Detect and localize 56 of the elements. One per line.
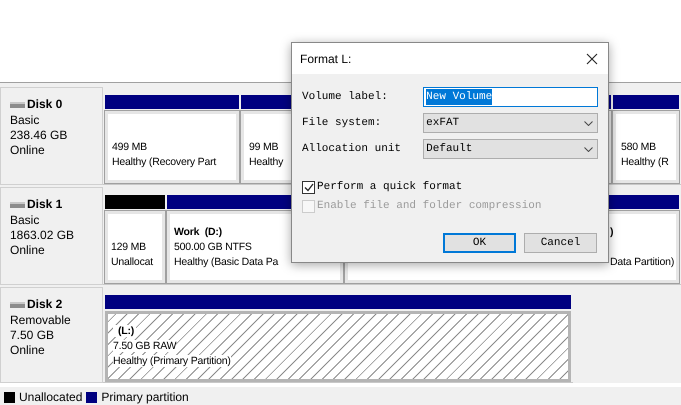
disk-type: Basic bbox=[10, 213, 40, 228]
dropdown[interactable]: exFAT bbox=[423, 113, 598, 133]
partition-bar bbox=[613, 95, 679, 109]
partition-size: 99 MB bbox=[249, 140, 278, 152]
dialog-title: Format L: bbox=[300, 50, 352, 68]
chevron-down-icon bbox=[584, 146, 593, 152]
checkbox[interactable] bbox=[302, 180, 315, 194]
partition-size: 580 MB bbox=[621, 140, 656, 152]
partition-status: Healthy (R bbox=[621, 156, 669, 168]
field-value: New Volume bbox=[426, 88, 492, 106]
disk-size: 1863.02 GB bbox=[10, 228, 76, 243]
partition-status: Healthy (Recovery Part bbox=[112, 156, 216, 168]
partition-box[interactable]: 499 MB Healthy (Recovery Part bbox=[105, 111, 239, 183]
partition-label: Work (D:) bbox=[174, 226, 222, 238]
chevron-down-icon bbox=[584, 120, 593, 126]
disk-name: Disk 2 bbox=[27, 297, 62, 312]
partition-box[interactable]: 580 MB Healthy (R bbox=[613, 111, 679, 183]
checkmark-icon bbox=[304, 182, 314, 192]
partition-size: 7.50 GB RAW bbox=[113, 340, 176, 352]
disk-status: Online bbox=[10, 143, 46, 158]
partition-status: Unallocat bbox=[111, 256, 153, 268]
partition-status: Healthy bbox=[249, 156, 284, 168]
disk-drive-icon bbox=[10, 202, 25, 208]
disk-drive-icon bbox=[10, 102, 25, 108]
checkbox-label: Perform a quick format bbox=[317, 180, 462, 195]
disk-type: Removable bbox=[10, 313, 72, 328]
dialog-button[interactable]: OK bbox=[443, 233, 516, 253]
volume-label-field[interactable]: New Volume bbox=[423, 87, 598, 107]
field-label: File system: bbox=[302, 116, 382, 131]
field-label: Volume label: bbox=[302, 90, 389, 105]
partition-status: Healthy (Primary Partition) bbox=[113, 355, 231, 367]
partition-bar bbox=[105, 195, 165, 209]
disk-name: Disk 1 bbox=[27, 197, 62, 212]
disk-name: Disk 0 bbox=[27, 97, 62, 112]
partition-size: 499 MB bbox=[112, 140, 147, 152]
partition-status: Data Partition) bbox=[610, 256, 674, 268]
legend-label: Unallocated bbox=[19, 389, 82, 405]
disk-drive-icon bbox=[10, 302, 25, 308]
disk-status: Online bbox=[10, 343, 46, 358]
partition-size: 500.00 GB NTFS bbox=[174, 240, 252, 252]
partition-status: Healthy (Basic Data Pa bbox=[174, 256, 278, 268]
disk-status: Online bbox=[10, 243, 46, 258]
disk-size: 7.50 GB bbox=[10, 328, 56, 343]
disk-type: Basic bbox=[10, 113, 40, 128]
disk-size: 238.46 GB bbox=[10, 128, 68, 143]
partition-label: (L:) bbox=[113, 325, 136, 337]
legend-label: Primary partition bbox=[101, 389, 189, 405]
field-label: Allocation unit bbox=[302, 142, 402, 157]
partition-size: 129 MB bbox=[111, 240, 146, 252]
partition-label: ) bbox=[610, 226, 614, 238]
dialog-button[interactable]: Cancel bbox=[524, 233, 597, 253]
close-icon bbox=[586, 52, 598, 64]
partition-box[interactable]: (L:) 7.50 GB RAW Healthy (Primary Partition) bbox=[105, 311, 571, 382]
checkbox-label: Enable file and folder compression bbox=[317, 198, 542, 214]
dropdown[interactable]: Default bbox=[423, 139, 598, 159]
partition-box[interactable]: 129 MB Unallocat bbox=[105, 211, 165, 283]
